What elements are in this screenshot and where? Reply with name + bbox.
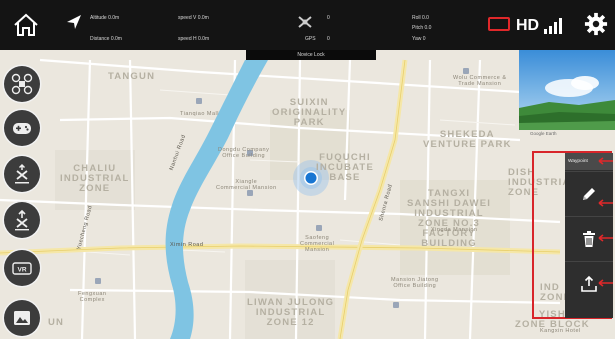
preview-caption: Google Earth [530,131,557,136]
drone-top-button[interactable] [4,66,40,102]
altitude-readout: Altitude 0.0m [90,15,120,21]
home-button[interactable] [12,11,40,39]
video-status-group: HD [488,12,610,40]
map-label-xingda: Xingda Mansion [431,227,478,233]
annotation-arrow-upload [598,279,613,287]
gamepad-button[interactable] [4,110,40,146]
gallery-icon [14,311,30,325]
home-icon [14,13,38,36]
map-label-shekeda: SHEKEDA VENTURE PARK [423,129,512,150]
auto-return-icon [15,209,29,231]
map-label-xiangle: Xiangle Commercial Mansion [216,179,277,191]
top-status-bar: Altitude 0.0m Distance 0.0m speed V 0.0m… [0,0,615,50]
upload-icon [581,275,597,292]
map-label-suixin: SUIXIN ORIGINALITY PARK [272,97,347,128]
yaw-readout: Yaw 0 [412,36,426,42]
map-label-chaliu: CHALIU INDUSTRIAL ZONE [60,163,130,194]
map-label-fengxuan: Fengxuan Complex [78,291,107,303]
annotation-arrow-delete [598,234,613,242]
takeoff-button[interactable] [4,156,40,192]
roll-readout: Roll 0.0 [412,15,429,21]
drone-icon [295,13,315,31]
drone-top-icon [11,73,33,95]
vertical-speed-readout: speed V 0.0m [178,15,209,21]
annotation-arrow-edit [598,199,613,207]
takeoff-icon [15,163,29,184]
horizontal-speed-readout: speed H 0.0m [178,36,210,42]
vr-icon: VR [12,262,32,275]
map-label-fuqu: FUQUCHI INCUBATE BASE [316,152,374,183]
camera-preview[interactable] [519,50,615,130]
gamepad-icon [13,123,31,134]
map-label-tangun: TANGUN [108,71,156,82]
record-icon[interactable] [488,17,510,31]
map-label-tangxi: TANGXI SANSHI DAWEI INDUSTRIAL ZONE NO.3… [407,188,492,249]
gear-icon [584,12,608,36]
gallery-button[interactable] [4,300,40,336]
camera-preview-image [519,50,615,130]
navigation-arrow-icon [66,14,82,30]
signal-strength-icon [544,18,562,34]
settings-button[interactable] [584,12,610,38]
map-label-un: UN [48,317,65,328]
svg-text:VR: VR [17,267,26,274]
flight-mode-strip: Novice Lock [246,50,376,60]
vr-button[interactable]: VR [4,250,40,286]
map-label-saofeng: Saofeng Commercial Mansion [300,235,335,253]
map-label-dongdu: Dongdu Company Office Building [218,147,270,159]
map-label-liwan: LIWAN JULONG INDUSTRIAL ZONE 12 [247,297,335,328]
map-label-mansion2: Mansion Jiatong Office Building [391,277,439,289]
map-label-tianqiao: Tianqiao Mall [180,111,220,117]
app-window: TANGUN SUIXIN ORIGINALITY PARK SHEKEDA V… [0,0,615,339]
pitch-readout: Pitch 0.0 [412,25,432,31]
map-label-kangxin: Kangxin Hotel [540,328,581,334]
hd-label: HD [516,17,540,34]
trash-icon [583,230,595,247]
gps-label: GPS [305,36,316,42]
distance-readout: Distance 0.0m [90,36,122,42]
annotation-arrow-title [598,157,613,165]
waypoint-edit-button[interactable] [565,171,613,215]
satellite-count: 0 [327,15,330,21]
auto-return-button[interactable] [4,202,40,238]
map-label-wolu: Wolu Commerce & Trade Mansion [453,75,507,87]
pencil-icon [583,187,595,200]
map-label-ximin-road: Ximin Road [170,242,204,248]
gps-value: 0 [327,36,330,42]
